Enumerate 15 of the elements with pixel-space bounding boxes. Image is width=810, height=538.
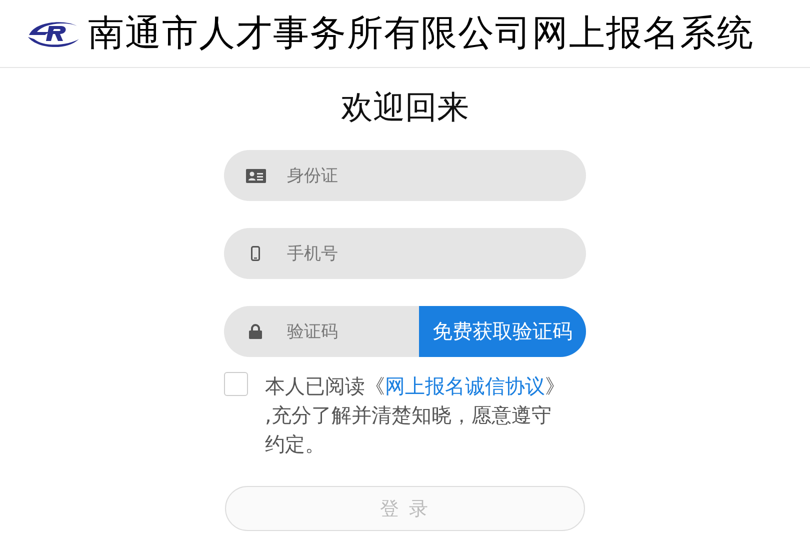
phone-icon <box>251 246 260 261</box>
id-field[interactable]: 身份证 <box>287 150 586 201</box>
phone-field[interactable]: 手机号 <box>287 228 586 279</box>
id-field[interactable]: 身份证 <box>224 150 586 201</box>
site-title: 南通市人才事务所有限公司网上报名系统 <box>88 12 754 56</box>
lock-icon <box>249 324 262 339</box>
welcome-heading: 欢迎回来 <box>341 88 469 126</box>
agreement-text: 本人已阅读《网上报名诚信协议》,充分了解并清楚知晓，愿意遵守约定。 <box>265 373 565 458</box>
code-field[interactable]: 验证码 免费获取验证码 <box>224 306 586 357</box>
id-card-icon <box>246 168 266 184</box>
agreement-link[interactable]: 网上报名诚信协议 <box>385 374 545 398</box>
get-code-button[interactable]: 免费获取验证码 <box>419 306 586 357</box>
agreement-checkbox[interactable] <box>224 372 248 396</box>
phone-field[interactable]: 手机号 <box>224 228 586 279</box>
code-field[interactable]: 验证码 <box>287 306 419 357</box>
